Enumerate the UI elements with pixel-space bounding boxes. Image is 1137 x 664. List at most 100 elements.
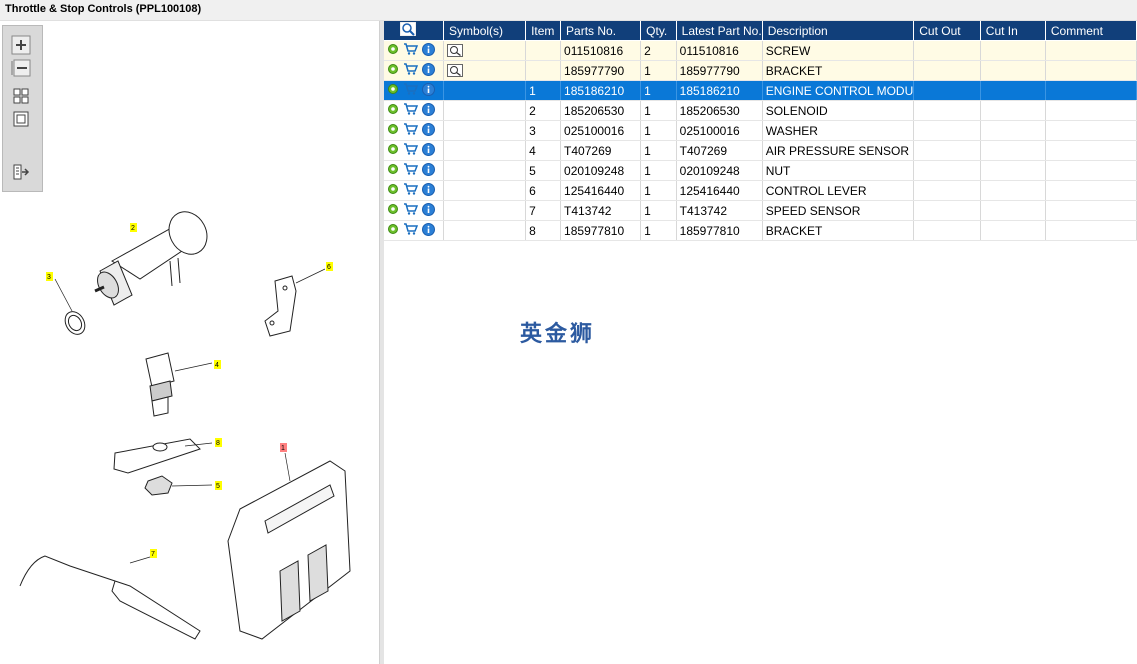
column-header-comment[interactable]: Comment: [1045, 21, 1137, 41]
column-header-parts-no[interactable]: Parts No.: [560, 21, 642, 41]
callout-4[interactable]: 4: [215, 362, 219, 369]
zoom-in-icon[interactable]: [11, 35, 31, 55]
cell-cut-out: [913, 120, 981, 141]
info-icon[interactable]: [422, 122, 435, 139]
cell-comment: [1045, 120, 1137, 141]
cart-icon[interactable]: [403, 203, 419, 218]
cell-symbols[interactable]: [443, 60, 527, 81]
table-row[interactable]: 185977790 1 185977790 BRACKET: [384, 60, 1137, 81]
cell-item: [525, 40, 562, 61]
cart-icon[interactable]: [403, 63, 419, 78]
cart-icon[interactable]: [403, 183, 419, 198]
cell-cut-out: [913, 100, 981, 121]
parts-list-pane: Symbol(s) Item Parts No. Qty. Latest Par…: [384, 21, 1137, 664]
gear-icon[interactable]: [387, 203, 399, 218]
row-actions: [384, 60, 445, 81]
callout-1[interactable]: 1: [281, 445, 285, 452]
info-icon[interactable]: [422, 102, 435, 119]
cell-qty: 1: [640, 180, 677, 201]
cell-parts-no: 025100016: [560, 120, 642, 141]
cell-cut-out: [913, 40, 981, 61]
callout-3[interactable]: 3: [47, 274, 51, 281]
fit-all-icon[interactable]: [11, 86, 31, 106]
cart-icon[interactable]: [403, 43, 419, 58]
table-row[interactable]: 3 025100016 1 025100016 WASHER: [384, 120, 1137, 141]
cell-parts-no: T407269: [560, 140, 642, 161]
cell-latest-part-no: 125416440: [676, 180, 763, 201]
cart-icon[interactable]: [403, 83, 419, 98]
cell-symbols: [443, 100, 527, 121]
gear-icon[interactable]: [387, 223, 399, 238]
gear-icon[interactable]: [387, 183, 399, 198]
diagram-pane[interactable]: 1 2 3 4 5 6 7 8: [0, 21, 379, 664]
callout-2[interactable]: 2: [131, 225, 135, 232]
cell-symbols: [443, 220, 527, 241]
column-header-qty[interactable]: Qty.: [640, 21, 677, 41]
info-icon[interactable]: [422, 182, 435, 199]
column-header-cut-in[interactable]: Cut In: [980, 21, 1046, 41]
search-icon[interactable]: [399, 21, 417, 37]
part-speed-sensor: [19, 555, 201, 640]
gear-icon[interactable]: [387, 143, 399, 158]
cell-description: BRACKET: [762, 220, 915, 241]
column-header-latest-part-no[interactable]: Latest Part No.: [676, 21, 763, 41]
gear-icon[interactable]: [387, 43, 399, 58]
cart-icon[interactable]: [403, 163, 419, 178]
table-row[interactable]: 1 185186210 1 185186210 ENGINE CONTROL MODU: [384, 80, 1137, 101]
callout-5[interactable]: 5: [216, 483, 220, 490]
callout-7[interactable]: 7: [151, 551, 155, 558]
export-icon[interactable]: [11, 162, 31, 182]
table-row[interactable]: 7 T413742 1 T413742 SPEED SENSOR: [384, 200, 1137, 221]
callout-8[interactable]: 8: [216, 440, 220, 447]
table-row[interactable]: 011510816 2 011510816 SCREW: [384, 40, 1137, 61]
actual-size-icon[interactable]: [11, 109, 31, 129]
cell-parts-no: 020109248: [560, 160, 642, 181]
cell-symbols[interactable]: [443, 40, 527, 61]
cart-icon[interactable]: [403, 123, 419, 138]
info-icon[interactable]: [422, 142, 435, 159]
cart-icon[interactable]: [403, 143, 419, 158]
table-row[interactable]: 4 T407269 1 T407269 AIR PRESSURE SENSOR: [384, 140, 1137, 161]
cell-cut-in: [980, 80, 1046, 101]
info-icon[interactable]: [422, 42, 435, 59]
info-icon[interactable]: [422, 162, 435, 179]
cell-description: ENGINE CONTROL MODU: [762, 80, 915, 101]
gear-icon[interactable]: [387, 83, 399, 98]
callout-6[interactable]: 6: [327, 264, 331, 271]
table-row[interactable]: 8 185977810 1 185977810 BRACKET: [384, 220, 1137, 241]
table-row[interactable]: 6 125416440 1 125416440 CONTROL LEVER: [384, 180, 1137, 201]
cell-item: [525, 60, 562, 81]
info-icon[interactable]: [422, 202, 435, 219]
gear-icon[interactable]: [387, 163, 399, 178]
cell-item: 1: [525, 80, 562, 101]
table-row[interactable]: 2 185206530 1 185206530 SOLENOID: [384, 100, 1137, 121]
zoom-out-icon[interactable]: [11, 58, 31, 78]
zoom-symbol-icon[interactable]: [447, 61, 464, 80]
row-actions: [384, 160, 445, 181]
cell-latest-part-no: 185977810: [676, 220, 763, 241]
cell-cut-in: [980, 160, 1046, 181]
info-icon[interactable]: [422, 62, 435, 79]
cart-icon[interactable]: [403, 223, 419, 238]
cell-cut-in: [980, 100, 1046, 121]
column-header-item[interactable]: Item: [525, 21, 562, 41]
table-row[interactable]: 5 020109248 1 020109248 NUT: [384, 160, 1137, 181]
gear-icon[interactable]: [387, 63, 399, 78]
cart-icon[interactable]: [403, 103, 419, 118]
cell-latest-part-no: 185186210: [676, 80, 763, 101]
column-header-symbols[interactable]: Symbol(s): [443, 21, 527, 41]
column-header-description[interactable]: Description: [762, 21, 915, 41]
parts-table: Symbol(s) Item Parts No. Qty. Latest Par…: [384, 21, 1137, 241]
row-actions: [384, 200, 445, 221]
info-icon[interactable]: [422, 222, 435, 239]
zoom-symbol-icon[interactable]: [447, 41, 464, 60]
cell-latest-part-no: 025100016: [676, 120, 763, 141]
cell-parts-no: 011510816: [560, 40, 642, 61]
column-header-tools[interactable]: [384, 21, 445, 41]
gear-icon[interactable]: [387, 103, 399, 118]
column-header-cut-out[interactable]: Cut Out: [913, 21, 981, 41]
gear-icon[interactable]: [387, 123, 399, 138]
row-actions: [384, 40, 445, 61]
cell-cut-in: [980, 140, 1046, 161]
info-icon[interactable]: [422, 82, 435, 99]
